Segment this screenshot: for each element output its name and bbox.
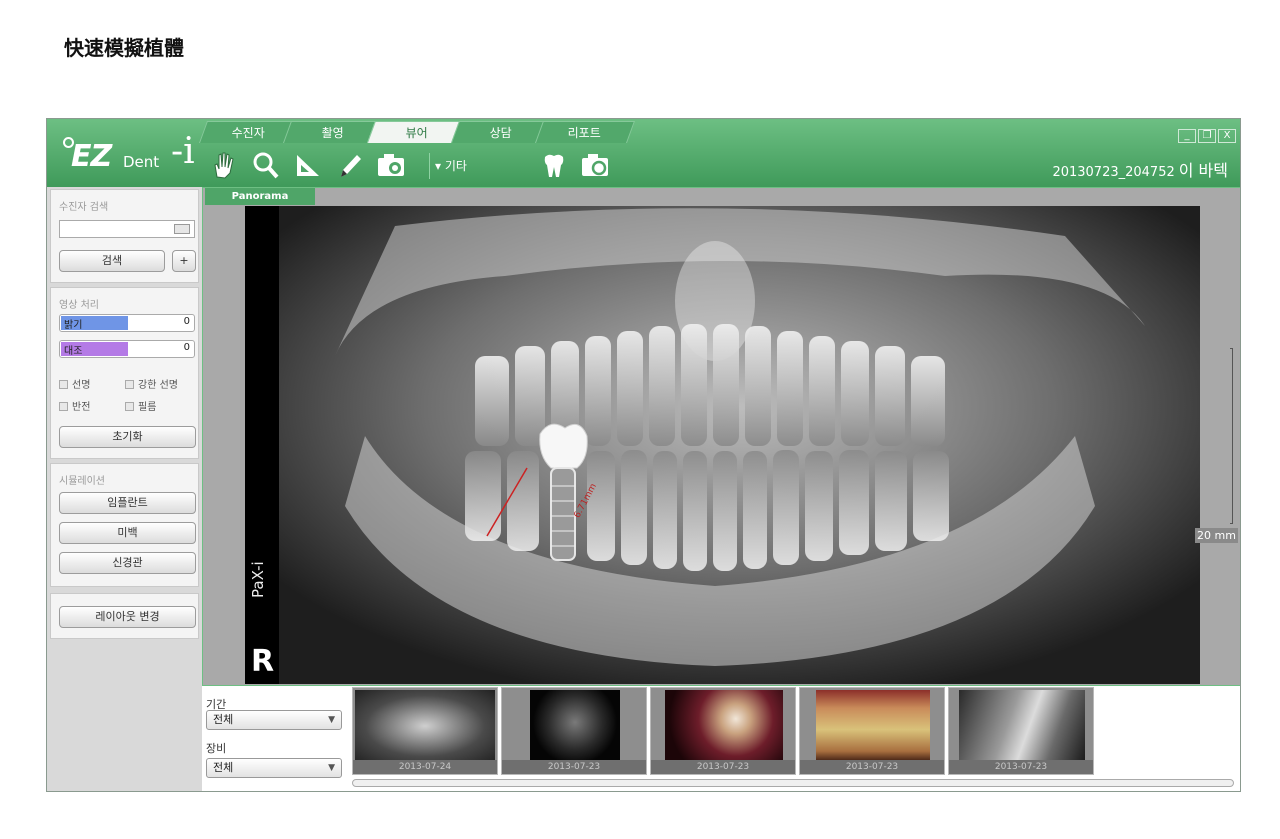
tab-consult-label: 상담 xyxy=(489,126,512,140)
add-button[interactable]: + xyxy=(172,250,196,272)
contrast-value: 0 xyxy=(183,342,190,353)
contrast-slider[interactable]: 대조 0 xyxy=(59,340,195,358)
checkbox-sharpen-box xyxy=(59,380,68,389)
keyboard-icon[interactable] xyxy=(174,224,190,234)
restore-button[interactable]: ❐ xyxy=(1198,129,1216,143)
ezdent-app-window: EZ Dent -i 수진자 촬영 뷰어 상담 리포트 ▾ 기타 _ ❐ X 2… xyxy=(46,118,1241,792)
scale-label: 20 mm xyxy=(1195,528,1238,543)
logo-i: -i xyxy=(171,131,195,172)
checkbox-film-box xyxy=(125,402,134,411)
page-title: 快速模擬植體 xyxy=(64,36,184,60)
thumbnail-periapical[interactable]: 2013-07-23 xyxy=(948,687,1094,775)
tab-capture-label: 촬영 xyxy=(321,126,344,140)
camera-capture-icon[interactable] xyxy=(375,149,409,181)
viewer-tab-panorama[interactable]: Panorama xyxy=(205,188,315,205)
patient-search-title: 수진자 검색 xyxy=(59,202,109,213)
device-select[interactable]: 전체 ▼ xyxy=(206,758,342,778)
thumbnail-scrollbar[interactable] xyxy=(352,779,1234,787)
checkbox-film-label: 필름 xyxy=(138,402,157,413)
brightness-value: 0 xyxy=(183,316,190,327)
thumbnail-date: 2013-07-23 xyxy=(651,760,795,774)
left-panel: 수진자 검색 검색 + 영상 처리 밝기 0 대조 0 선명 강한 선명 반전 xyxy=(47,187,202,791)
thumbnail-panorama-image xyxy=(355,690,495,762)
side-marker: R xyxy=(251,644,275,679)
device-filter-label: 장비 xyxy=(206,742,227,755)
device-select-value: 전체 xyxy=(213,761,234,774)
tab-patient-label: 수진자 xyxy=(232,126,266,140)
thumbnail-panorama[interactable]: 2013-07-24 xyxy=(352,687,498,775)
checkbox-strong-sharpen-box xyxy=(125,380,134,389)
close-button[interactable]: X xyxy=(1218,129,1236,143)
thumbnail-date: 2013-07-24 xyxy=(353,760,497,774)
tab-report[interactable]: 리포트 xyxy=(534,121,636,143)
hand-pan-icon[interactable] xyxy=(207,149,241,181)
thumbnail-date: 2013-07-23 xyxy=(949,760,1093,774)
checkbox-invert-box xyxy=(59,402,68,411)
ruler-angle-icon[interactable] xyxy=(291,149,325,181)
thumbnail-teeth-photo[interactable]: 2013-07-23 xyxy=(799,687,945,775)
chevron-down-icon: ▼ xyxy=(328,715,335,725)
thumbnail-ct-image xyxy=(530,690,620,762)
checkbox-strong-sharpen-label: 강한 선명 xyxy=(138,380,178,391)
checkbox-sharpen[interactable]: 선명 xyxy=(59,376,90,391)
chevron-down-icon: ▼ xyxy=(328,763,335,773)
patient-info: 20130723_204752 이 바텍 xyxy=(1052,157,1228,181)
logo-ez: EZ xyxy=(71,139,112,174)
thumbnail-ct[interactable]: 2013-07-23 xyxy=(501,687,647,775)
checkbox-sharpen-label: 선명 xyxy=(72,380,91,391)
app-header: EZ Dent -i 수진자 촬영 뷰어 상담 리포트 ▾ 기타 _ ❐ X 2… xyxy=(47,119,1240,187)
thumbnail-intraoral-photo[interactable]: 2013-07-23 xyxy=(650,687,796,775)
device-label: PaX-i xyxy=(249,561,267,598)
minimize-button[interactable]: _ xyxy=(1178,129,1196,143)
patient-name: 이 바텍 xyxy=(1178,161,1228,180)
patient-search-panel: 수진자 검색 검색 + xyxy=(50,189,199,283)
patient-search-input[interactable] xyxy=(59,220,195,238)
whitening-button[interactable]: 미백 xyxy=(59,522,196,544)
brightness-label: 밝기 xyxy=(64,320,83,331)
image-processing-title: 영상 처리 xyxy=(59,300,99,311)
scale-bar xyxy=(1230,348,1233,524)
pen-icon[interactable] xyxy=(333,149,367,181)
contrast-label: 대조 xyxy=(64,346,83,357)
checkbox-film[interactable]: 필름 xyxy=(125,398,156,413)
thumbnail-teeth-image xyxy=(816,690,930,762)
brightness-slider[interactable]: 밝기 0 xyxy=(59,314,195,332)
checkbox-strong-sharpen[interactable]: 강한 선명 xyxy=(125,376,178,391)
layout-change-button[interactable]: 레이아웃 변경 xyxy=(59,606,196,628)
image-processing-panel: 영상 처리 밝기 0 대조 0 선명 강한 선명 반전 필름 초기화 xyxy=(50,287,199,459)
search-button[interactable]: 검색 xyxy=(59,250,165,272)
simulation-title: 시뮬레이션 xyxy=(59,476,105,487)
nerve-canal-button[interactable]: 신경관 xyxy=(59,552,196,574)
window-controls: _ ❐ X xyxy=(1176,123,1236,143)
thumbnail-intraoral-image xyxy=(665,690,783,762)
patient-id: 20130723_204752 xyxy=(1052,165,1175,180)
toolbar: ▾ 기타 xyxy=(207,147,667,183)
period-select-value: 전체 xyxy=(213,713,234,726)
magnifier-icon[interactable] xyxy=(249,149,283,181)
ezdent-logo: EZ Dent -i xyxy=(61,131,201,177)
panoramic-xray-image[interactable]: PaX-i R 6.71mm xyxy=(245,206,1200,684)
checkbox-invert-label: 반전 xyxy=(72,402,91,413)
xray-side-strip xyxy=(245,206,279,684)
tab-viewer-label: 뷰어 xyxy=(405,126,428,140)
tooth-implant-icon[interactable] xyxy=(537,149,571,181)
etc-menu[interactable]: ▾ 기타 xyxy=(435,157,467,174)
thumbnail-date: 2013-07-23 xyxy=(502,760,646,774)
thumbnail-strip: 2013-07-24 2013-07-23 2013-07-23 2013-07… xyxy=(348,686,1240,780)
implant-button[interactable]: 임플란트 xyxy=(59,492,196,514)
toolbar-separator xyxy=(429,153,430,179)
period-select[interactable]: 전체 ▼ xyxy=(206,710,342,730)
tab-report-label: 리포트 xyxy=(568,126,602,140)
checkbox-invert[interactable]: 반전 xyxy=(59,398,90,413)
thumbnail-periapical-image xyxy=(959,690,1085,762)
image-viewer[interactable]: Panorama PaX-i R 6.71mm 20 mm xyxy=(202,187,1240,686)
camera-refresh-icon[interactable] xyxy=(579,149,613,181)
reset-button[interactable]: 초기화 xyxy=(59,426,196,448)
thumbnail-date: 2013-07-23 xyxy=(800,760,944,774)
simulation-panel: 시뮬레이션 임플란트 미백 신경관 xyxy=(50,463,199,587)
layout-panel: 레이아웃 변경 xyxy=(50,593,199,639)
bottom-bar: 기간 전체 ▼ 장비 전체 ▼ 2013-07-24 2013-07-23 20… xyxy=(202,686,1240,791)
logo-dent: Dent xyxy=(123,153,160,171)
